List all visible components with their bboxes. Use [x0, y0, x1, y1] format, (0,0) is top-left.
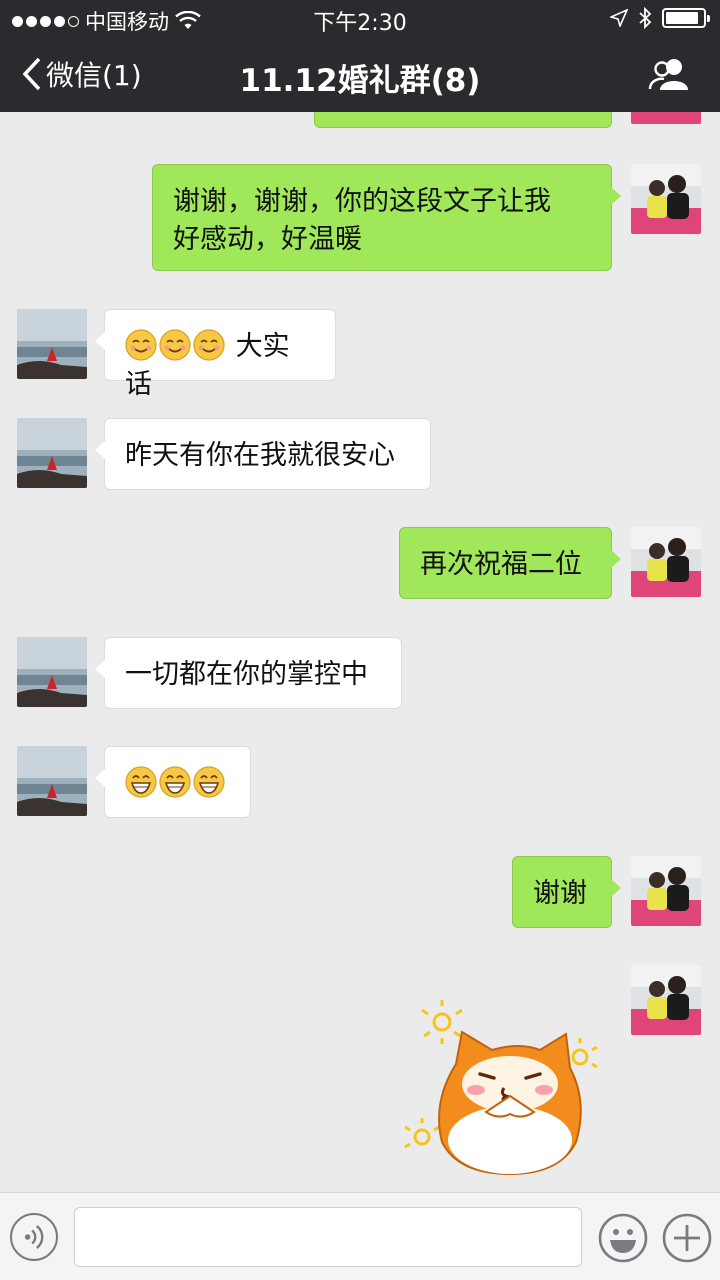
bluetooth-icon [639, 7, 652, 29]
top-bar: 中国移动 下午2:30 微信(1) 11.12婚礼群(8) [0, 0, 720, 112]
message-bubble-received[interactable] [95, 746, 251, 818]
chat-title: 11.12婚礼群(8) [239, 63, 481, 99]
avatar-self[interactable] [631, 164, 701, 234]
message-bubble-received[interactable]: 大实话 [95, 309, 336, 400]
status-bar: 中国移动 下午2:30 [0, 0, 720, 36]
plus-icon[interactable] [662, 1213, 712, 1263]
avatar-friend[interactable] [17, 418, 87, 488]
message-bubble-sent[interactable]: 再次祝福二位 [399, 527, 621, 599]
battery-icon [662, 8, 710, 28]
message-bubble-sent[interactable]: 谢谢，谢谢，你的这段文子让我 好感动，好温暖 [152, 164, 621, 271]
emoji-picker-icon[interactable] [598, 1213, 648, 1263]
location-arrow-icon [610, 9, 628, 27]
avatar-friend[interactable] [17, 637, 87, 707]
grinning-face-icon [125, 766, 157, 798]
avatar-self[interactable] [631, 965, 701, 1035]
message-bubble[interactable] [314, 112, 621, 128]
avatar-self[interactable] [631, 112, 701, 124]
emoji-group [125, 329, 236, 362]
grinning-face-icon [193, 766, 225, 798]
avatar-friend[interactable] [17, 309, 87, 379]
message-bubble-received[interactable]: 一切都在你的掌控中 [95, 637, 402, 709]
avatar-friend[interactable] [17, 746, 87, 816]
voice-input-icon[interactable] [10, 1213, 58, 1261]
smiling-face-icon [193, 329, 225, 361]
smiling-face-icon [125, 329, 157, 361]
orange-cat-sticker-icon[interactable] [400, 992, 610, 1177]
message-partial [0, 112, 720, 132]
chat-area[interactable]: 谢谢，谢谢，你的这段文子让我 好感动，好温暖 大实话 昨天有你在我就很安心 再次… [0, 112, 720, 1192]
input-bar [0, 1192, 720, 1280]
smiling-face-icon [159, 329, 191, 361]
avatar-self[interactable] [631, 527, 701, 597]
grinning-face-icon [159, 766, 191, 798]
avatar-self[interactable] [631, 856, 701, 926]
message-bubble-sent[interactable]: 谢谢 [512, 856, 621, 928]
group-members-icon[interactable] [648, 56, 692, 92]
nav-bar: 微信(1) 11.12婚礼群(8) [0, 36, 720, 112]
status-right [610, 7, 710, 29]
message-input[interactable] [74, 1207, 582, 1267]
emoji-group [125, 766, 227, 799]
message-bubble-received[interactable]: 昨天有你在我就很安心 [95, 418, 431, 490]
